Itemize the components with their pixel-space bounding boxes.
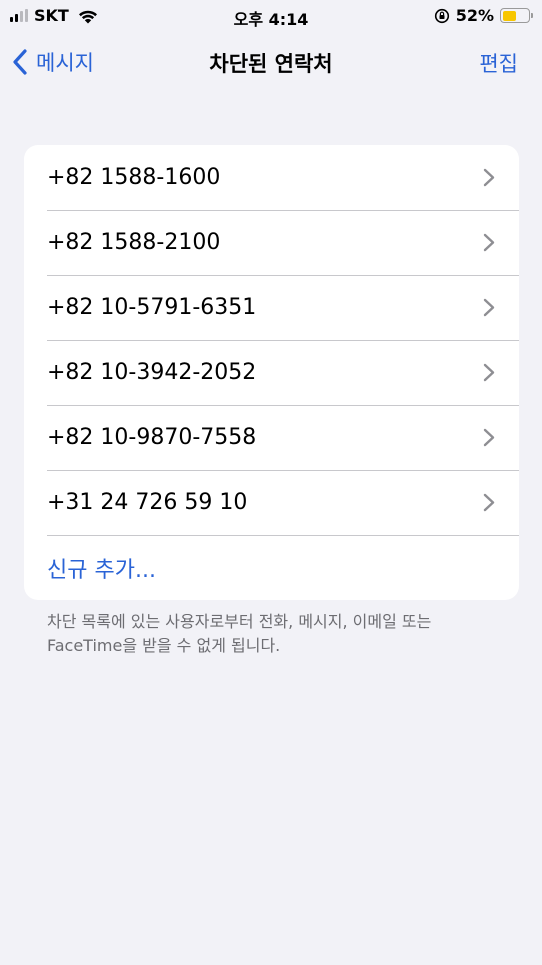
chevron-right-icon — [483, 168, 495, 187]
status-bar: SKT 오후 4:14 52% — [0, 0, 542, 32]
contact-number: +82 10-9870-7558 — [47, 425, 257, 450]
contact-number: +31 24 726 59 10 — [47, 490, 248, 515]
battery-fill — [502, 10, 516, 21]
blocked-list-footnote: 차단 목록에 있는 사용자로부터 전화, 메시지, 이메일 또는 FaceTim… — [47, 612, 432, 655]
chevron-right-icon — [483, 428, 495, 447]
blocked-contact-row[interactable]: +82 1588-2100 — [24, 210, 519, 275]
blocked-contact-row[interactable]: +31 24 726 59 10 — [24, 470, 519, 535]
contact-number: +82 10-5791-6351 — [47, 295, 257, 320]
page-title: 차단된 연락처 — [209, 52, 333, 76]
blocked-contact-row[interactable]: +82 10-5791-6351 — [24, 275, 519, 340]
add-new-button[interactable]: 신규 추가... — [24, 535, 519, 600]
contact-number: +82 1588-2100 — [47, 230, 221, 255]
contact-number: +82 1588-1600 — [47, 165, 221, 190]
blocked-contact-row[interactable]: +82 10-9870-7558 — [24, 405, 519, 470]
orientation-lock-icon — [434, 8, 449, 23]
blocked-contact-row[interactable]: +82 10-3942-2052 — [24, 340, 519, 405]
chevron-right-icon — [483, 363, 495, 382]
contact-number: +82 10-3942-2052 — [47, 360, 257, 385]
battery-icon — [500, 8, 533, 23]
chevron-right-icon — [483, 233, 495, 252]
blocked-contacts-screen: SKT 오후 4:14 52% 메시지 차단된 연락처 편집 +82 1588-… — [0, 0, 542, 965]
blocked-contacts-list: +82 1588-1600 +82 1588-2100 +82 10-5791-… — [24, 145, 519, 600]
blocked-contact-row[interactable]: +82 1588-1600 — [24, 145, 519, 210]
status-right: 52% — [434, 6, 533, 25]
battery-percent: 52% — [455, 6, 494, 25]
edit-button[interactable]: 편집 — [479, 48, 518, 78]
chevron-right-icon — [483, 298, 495, 317]
chevron-right-icon — [483, 493, 495, 512]
navigation-bar: 메시지 차단된 연락처 편집 — [0, 36, 542, 88]
